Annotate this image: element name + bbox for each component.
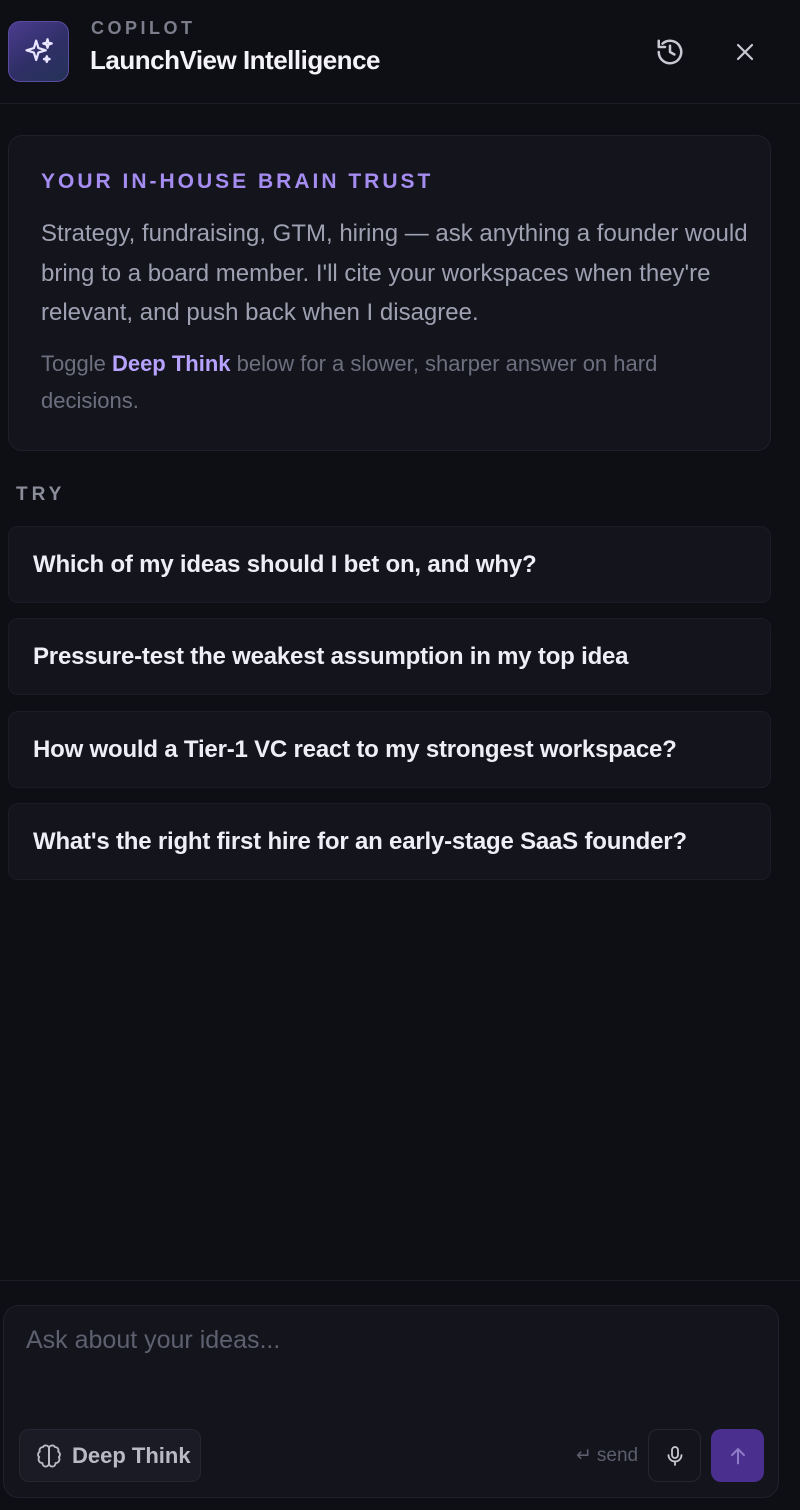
sparkles-icon (8, 21, 69, 82)
suggestion-item[interactable]: What's the right first hire for an early… (8, 803, 771, 880)
suggestion-item[interactable]: Which of my ideas should I bet on, and w… (8, 526, 771, 603)
microphone-button[interactable] (648, 1429, 701, 1482)
header-title: LaunchView Intelligence (90, 45, 381, 75)
deep-think-highlight: Deep Think (111, 351, 231, 376)
close-button[interactable] (723, 30, 767, 74)
message-input[interactable] (26, 1326, 756, 1406)
send-hint: ↵ send (576, 1444, 638, 1467)
send-button[interactable] (711, 1429, 764, 1482)
deep-think-label: Deep Think (72, 1442, 191, 1468)
intro-body: Strategy, fundraising, GTM, hiring — ask… (41, 220, 748, 326)
suggestion-item[interactable]: How would a Tier-1 VC react to my strong… (8, 711, 771, 788)
suggestion-item[interactable]: Pressure-test the weakest assumption in … (8, 618, 771, 695)
deep-think-toggle[interactable]: Deep Think (19, 1429, 201, 1482)
intro-card: YOUR IN-HOUSE BRAIN TRUST Strategy, fund… (8, 135, 771, 451)
intro-eyebrow: YOUR IN-HOUSE BRAIN TRUST (41, 170, 434, 193)
close-icon (736, 43, 754, 61)
history-icon (657, 39, 683, 65)
history-button[interactable] (648, 30, 692, 74)
composer: Deep Think ↵ send (3, 1305, 779, 1498)
arrow-up-icon (730, 1447, 745, 1464)
header-eyebrow: COPILOT (91, 18, 196, 38)
copilot-panel: COPILOT LaunchView Intelligence YOUR IN-… (0, 0, 800, 1510)
try-label: TRY (16, 484, 66, 505)
panel-header: COPILOT LaunchView Intelligence (0, 0, 800, 104)
send-hint-label: send (596, 1444, 639, 1466)
composer-divider (0, 1280, 800, 1281)
microphone-icon (667, 1445, 682, 1466)
intro-note: Toggle Deep Think below for a slower, sh… (41, 346, 753, 419)
intro-note-prefix: Toggle (41, 351, 112, 376)
enter-key-icon: ↵ (576, 1445, 592, 1466)
brain-icon (37, 1444, 61, 1467)
